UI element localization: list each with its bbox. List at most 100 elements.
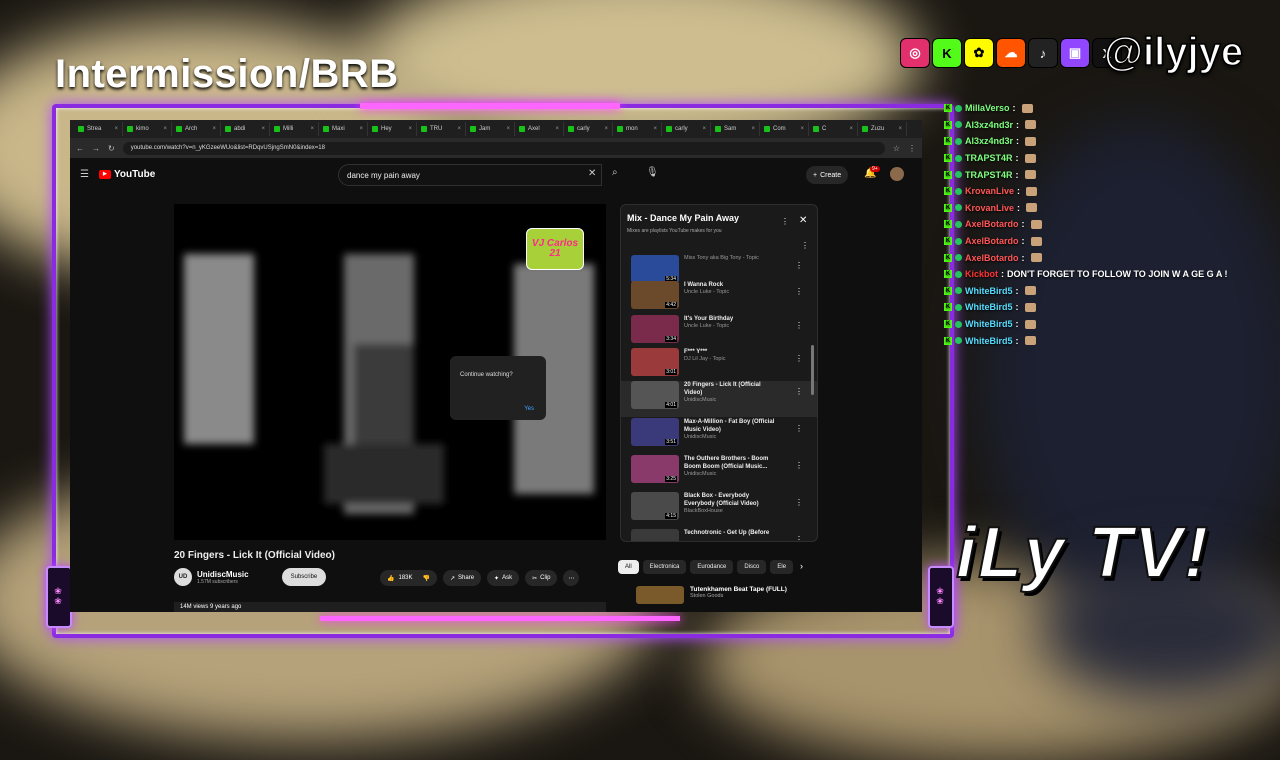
chat-username[interactable]: WhiteBird5 xyxy=(965,286,1013,296)
thumbs-down-icon[interactable]: 👎 xyxy=(423,575,430,582)
close-tab-icon[interactable]: × xyxy=(800,126,804,132)
browser-tab[interactable]: kimo × xyxy=(123,122,172,136)
browser-tab[interactable]: Arch × xyxy=(172,122,221,136)
mix-item[interactable]: 3:51 Max-A-Million - Fat Boy (Official Mu… xyxy=(621,418,817,454)
chat-username[interactable]: AxelBotardo xyxy=(965,236,1019,246)
browser-tab[interactable]: Maxi × xyxy=(319,122,368,136)
browser-tab[interactable]: abdi × xyxy=(221,122,270,136)
chat-username[interactable]: Al3xz4nd3r xyxy=(965,136,1013,146)
close-tab-icon[interactable]: × xyxy=(604,126,608,132)
close-tab-icon[interactable]: × xyxy=(555,126,559,132)
mix-item[interactable]: 3:25 The Outhere Brothers - Boom Boom Boo… xyxy=(621,455,817,491)
filter-chip[interactable]: Ele xyxy=(770,560,794,574)
mix-item[interactable]: 4:42 I Wanna Rock Uncle Luke - Topic ⋮ xyxy=(621,281,817,317)
close-tab-icon[interactable]: × xyxy=(506,126,510,132)
filter-chip[interactable]: Eurodance xyxy=(690,560,734,574)
close-tab-icon[interactable]: × xyxy=(261,126,265,132)
clip-button[interactable]: ✂ Clip xyxy=(525,570,558,586)
browser-tab[interactable]: C × xyxy=(809,122,858,136)
chat-username[interactable]: WhiteBird5 xyxy=(965,319,1013,329)
browser-tab[interactable]: Jam × xyxy=(466,122,515,136)
browser-tab[interactable]: Sam × xyxy=(711,122,760,136)
close-tab-icon[interactable]: × xyxy=(163,126,167,132)
mix-scrollbar[interactable] xyxy=(811,345,814,395)
close-tab-icon[interactable]: × xyxy=(653,126,657,132)
browser-tab[interactable]: Strea × xyxy=(74,122,123,136)
close-tab-icon[interactable]: × xyxy=(310,126,314,132)
chat-username[interactable]: AxelBotardo xyxy=(965,219,1019,229)
browser-tab[interactable]: Com × xyxy=(760,122,809,136)
yes-button[interactable]: Yes xyxy=(524,406,534,412)
mix-more-icon[interactable]: ⋮ xyxy=(801,241,809,250)
mix-item[interactable]: 3:34 It's Your Birthday Uncle Luke - Topic… xyxy=(621,315,817,351)
chat-username[interactable]: Kickbot xyxy=(965,269,998,279)
chat-username[interactable]: WhiteBird5 xyxy=(965,302,1013,312)
chat-username[interactable]: Al3xz4nd3r xyxy=(965,120,1013,130)
back-icon[interactable]: ← xyxy=(76,144,84,153)
mix-item-menu-icon[interactable]: ⋮ xyxy=(795,535,803,541)
chat-username[interactable]: AxelBotardo xyxy=(965,253,1019,263)
close-tab-icon[interactable]: × xyxy=(114,126,118,132)
mix-item-menu-icon[interactable]: ⋮ xyxy=(795,287,803,296)
like-button[interactable]: 👍 183K 👎 xyxy=(380,570,437,586)
youtube-logo[interactable]: ▶ YouTube xyxy=(98,169,155,180)
mix-item-menu-icon[interactable]: ⋮ xyxy=(795,424,803,433)
create-button[interactable]: + Create xyxy=(806,166,849,184)
mix-item-menu-icon[interactable]: ⋮ xyxy=(795,261,803,270)
share-button[interactable]: ↗ Share xyxy=(442,570,482,586)
mix-item[interactable]: 3:01 F*** Y*** DJ Lil Jay - Topic ⋮ xyxy=(621,348,817,384)
browser-tab[interactable]: TRU × xyxy=(417,122,466,136)
mix-item-menu-icon[interactable]: ⋮ xyxy=(795,321,803,330)
close-tab-icon[interactable]: × xyxy=(849,126,853,132)
menu-icon[interactable]: ☰ xyxy=(80,169,89,180)
next-video-row[interactable]: Tutenkhamen Beat Tape (FULL) Stolen Good… xyxy=(636,586,787,604)
bookmark-icon[interactable]: ☆ xyxy=(893,144,900,153)
ask-button[interactable]: ✦ Ask xyxy=(487,570,520,586)
browser-tab[interactable]: Milli × xyxy=(270,122,319,136)
browser-tab[interactable]: carly × xyxy=(662,122,711,136)
filter-chip[interactable]: Disco xyxy=(737,560,767,574)
mix-item[interactable]: 4:15 Black Box - Everybody Everybody (Off… xyxy=(621,492,817,528)
mic-icon[interactable]: 🎙 xyxy=(646,167,659,178)
close-mix-icon[interactable]: ✕ xyxy=(799,215,807,226)
chat-username[interactable]: KrovanLive xyxy=(965,203,1014,213)
mix-item[interactable]: Technotronic - Get Up (Before ⋮ xyxy=(621,529,817,541)
mix-item[interactable]: 4:01 20 Fingers - Lick It (Official Video… xyxy=(621,381,817,417)
close-tab-icon[interactable]: × xyxy=(457,126,461,132)
mix-item-menu-icon[interactable]: ⋮ xyxy=(795,387,803,396)
subscribe-button[interactable]: Subscribe xyxy=(281,568,327,586)
close-tab-icon[interactable]: × xyxy=(751,126,755,132)
reload-icon[interactable]: ↻ xyxy=(108,144,115,153)
browser-tab[interactable]: Zuzu × xyxy=(858,122,907,136)
channel-avatar[interactable]: UD xyxy=(174,568,192,586)
close-tab-icon[interactable]: × xyxy=(702,126,706,132)
close-tab-icon[interactable]: × xyxy=(898,126,902,132)
filter-chip[interactable]: Electronica xyxy=(642,560,687,574)
chat-username[interactable]: MillaVerso xyxy=(965,103,1010,113)
chat-username[interactable]: KrovanLive xyxy=(965,186,1014,196)
browser-tab[interactable]: carly × xyxy=(564,122,613,136)
close-tab-icon[interactable]: × xyxy=(359,126,363,132)
filter-chip[interactable]: All xyxy=(618,560,639,574)
mix-item-menu-icon[interactable]: ⋮ xyxy=(795,461,803,470)
mix-menu-icon[interactable]: ⋮ xyxy=(781,217,789,226)
clear-search-icon[interactable]: ✕ xyxy=(588,168,596,179)
chat-username[interactable]: WhiteBird5 xyxy=(965,336,1013,346)
extensions-icon[interactable]: ⋮ xyxy=(908,144,916,153)
forward-icon[interactable]: → xyxy=(92,144,100,153)
url-field[interactable]: youtube.com/watch?v=n_yKGzeeWUo&list=RDq… xyxy=(122,141,885,155)
browser-tab[interactable]: Hey × xyxy=(368,122,417,136)
browser-tab[interactable]: mon × xyxy=(613,122,662,136)
close-tab-icon[interactable]: × xyxy=(212,126,216,132)
more-actions-button[interactable]: ⋯ xyxy=(563,570,580,586)
channel-name[interactable]: UnidiscMusic xyxy=(197,570,249,579)
account-avatar[interactable] xyxy=(890,167,904,181)
search-input[interactable]: dance my pain away xyxy=(338,164,602,186)
mix-item-menu-icon[interactable]: ⋮ xyxy=(795,354,803,363)
search-icon[interactable]: ⌕ xyxy=(612,167,618,178)
chat-username[interactable]: TRAPST4R xyxy=(965,170,1013,180)
browser-tab[interactable]: Axel × xyxy=(515,122,564,136)
chat-username[interactable]: TRAPST4R xyxy=(965,153,1013,163)
chips-next-icon[interactable]: › xyxy=(800,561,803,571)
mix-item-menu-icon[interactable]: ⋮ xyxy=(795,498,803,507)
